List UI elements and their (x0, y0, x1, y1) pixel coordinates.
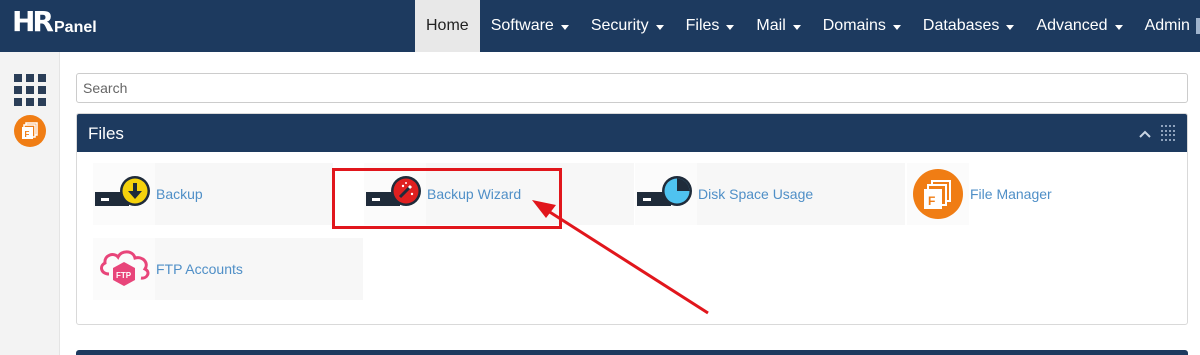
brand-logo[interactable]: HR Panel (12, 6, 97, 46)
nav-security[interactable]: Security (580, 0, 675, 52)
nav-files[interactable]: Files (675, 0, 746, 52)
nav-domains-label: Domains (822, 17, 886, 34)
nav-home-label: Home (426, 17, 469, 34)
caret-down-icon (655, 24, 664, 30)
nav-databases[interactable]: Databases (912, 0, 1026, 52)
nav-overflow-edge (1196, 18, 1200, 34)
item-ftp-accounts-label: FTP Accounts (156, 261, 243, 277)
item-backup-label: Backup (156, 186, 203, 202)
search-input[interactable] (76, 73, 1188, 103)
file-manager-icon[interactable]: F (14, 115, 46, 147)
drag-handle-icon[interactable] (1161, 125, 1177, 141)
caret-down-icon (792, 24, 801, 30)
item-file-manager[interactable]: F File Manager (907, 163, 1177, 225)
caret-down-icon (560, 24, 569, 30)
item-backup[interactable]: Backup (93, 163, 333, 225)
file-manager-icon: F (907, 163, 969, 225)
item-ftp-accounts[interactable]: FTP FTP Accounts (93, 238, 363, 300)
caret-down-icon (726, 24, 735, 30)
next-panel-header (76, 350, 1188, 355)
nav-advanced[interactable]: Advanced (1025, 0, 1133, 52)
left-sidebar: F (0, 52, 60, 355)
main-nav: Home Software Security Files Mail Domain… (415, 0, 1200, 52)
brand-name: Panel (54, 19, 97, 36)
nav-advanced-label: Advanced (1036, 17, 1108, 34)
nav-software-label: Software (490, 17, 554, 34)
chevron-up-icon[interactable] (1139, 128, 1151, 140)
nav-admin-label: Admin (1144, 17, 1190, 34)
item-disk-space-usage-label: Disk Space Usage (698, 186, 814, 202)
caret-down-icon (1114, 24, 1123, 30)
nav-security-label: Security (590, 17, 649, 34)
nav-domains[interactable]: Domains (812, 0, 912, 52)
ftp-accounts-icon: FTP (93, 238, 155, 300)
disk-space-icon (635, 163, 697, 225)
item-backup-wizard-label: Backup Wizard (427, 186, 522, 202)
files-panel-header: Files (77, 114, 1187, 152)
backup-icon (93, 163, 155, 225)
brand-mark: HR (12, 5, 54, 38)
caret-down-icon (892, 24, 901, 30)
top-navbar: HR Panel Home Software Security Files Ma… (0, 0, 1200, 52)
files-panel-title: Files (88, 124, 124, 143)
item-file-manager-label: File Manager (970, 186, 1052, 202)
item-disk-space-usage[interactable]: Disk Space Usage (635, 163, 905, 225)
nav-admin[interactable]: Admin (1134, 0, 1200, 52)
nav-software[interactable]: Software (480, 0, 580, 52)
svg-text:F: F (928, 194, 935, 208)
svg-text:FTP: FTP (116, 271, 132, 280)
nav-mail-label: Mail (756, 17, 786, 34)
nav-mail[interactable]: Mail (745, 0, 811, 52)
files-panel: Files Backup Backup Wizard Disk Space Us… (76, 113, 1188, 325)
nav-files-label: Files (685, 17, 720, 34)
nav-home[interactable]: Home (415, 0, 480, 52)
caret-down-icon (1006, 24, 1015, 30)
svg-text:F: F (25, 130, 30, 139)
apps-grid-icon[interactable] (14, 74, 46, 106)
nav-databases-label: Databases (922, 17, 1000, 34)
